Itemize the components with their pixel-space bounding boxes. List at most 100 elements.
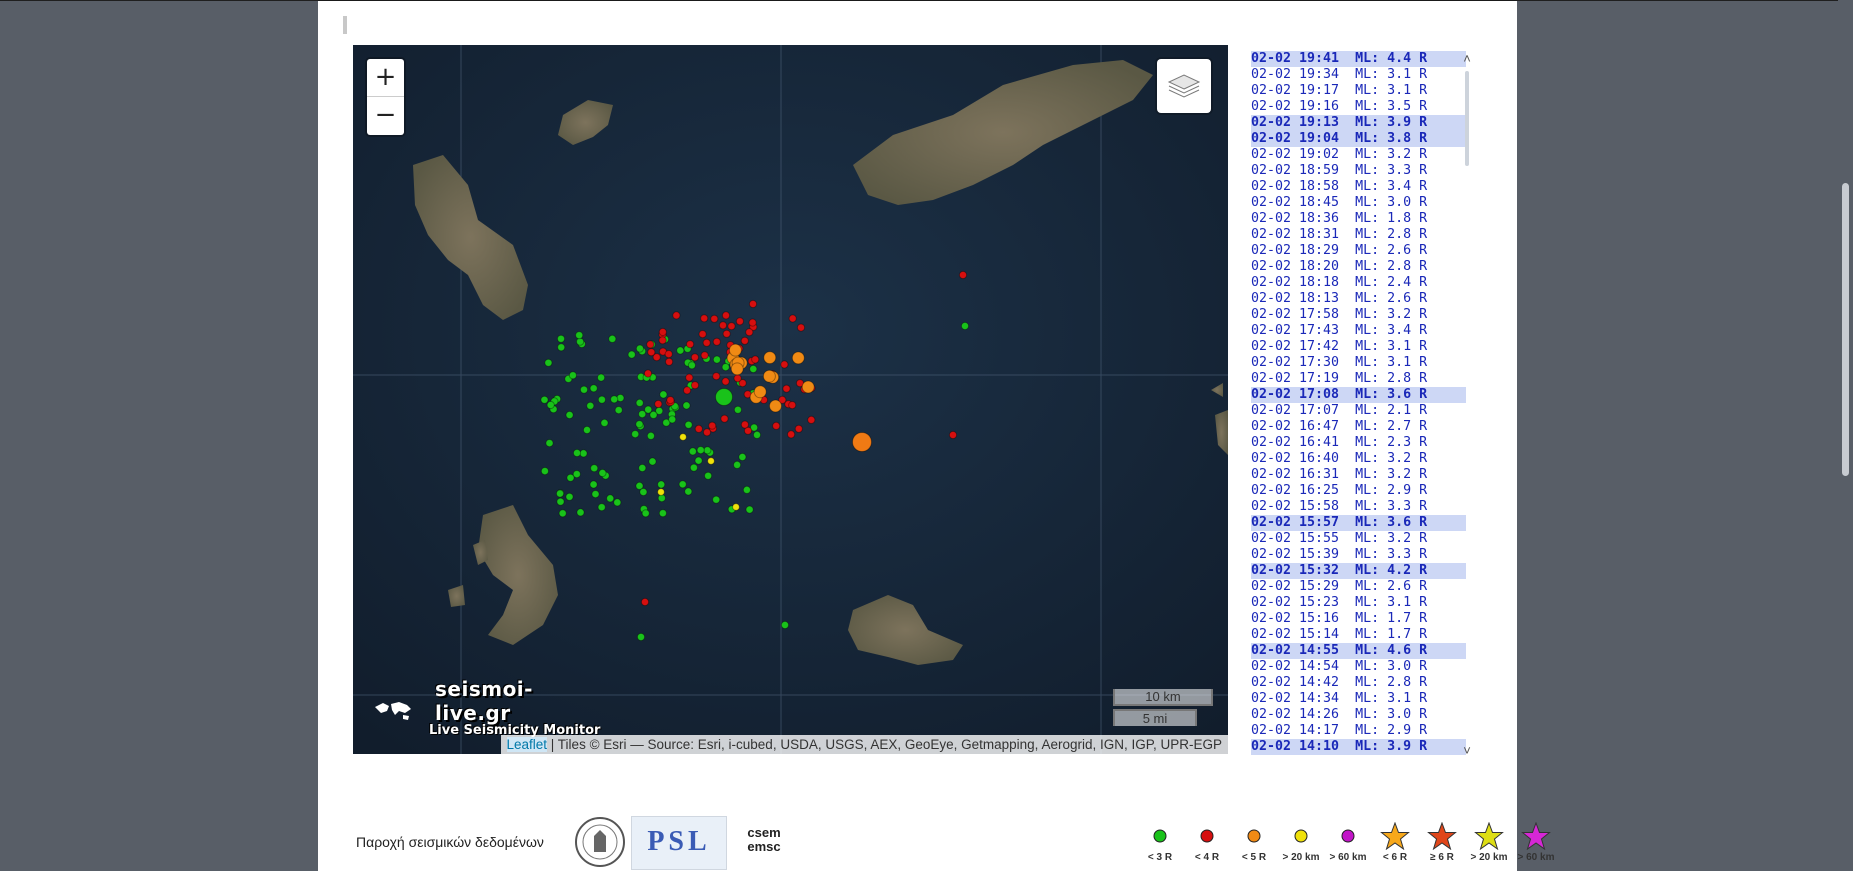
earthquake-list-item[interactable]: 02-02 18:20 ML: 2.8 R: [1251, 259, 1466, 275]
quake-marker-outlier[interactable]: [948, 430, 958, 440]
quake-marker-small[interactable]: [582, 425, 592, 435]
earthquake-list-item[interactable]: 02-02 15:32 ML: 4.2 R: [1251, 563, 1466, 579]
quake-marker-small[interactable]: [639, 487, 648, 497]
quake-marker-small[interactable]: [545, 439, 554, 448]
quake-marker-medium[interactable]: [807, 415, 816, 424]
earthquake-list-item[interactable]: 02-02 15:23 ML: 3.1 R: [1251, 595, 1466, 611]
quake-marker-medium[interactable]: [710, 314, 719, 323]
earthquake-list-item[interactable]: 02-02 18:18 ML: 2.4 R: [1251, 275, 1466, 291]
quake-marker-medium[interactable]: [690, 381, 700, 390]
quake-marker-small[interactable]: [597, 373, 606, 382]
quake-marker-small[interactable]: [684, 420, 693, 429]
quake-marker-small[interactable]: [648, 457, 657, 466]
quake-marker-small[interactable]: [540, 395, 549, 404]
quake-marker-small[interactable]: [703, 446, 712, 455]
earthquake-list-item[interactable]: 02-02 15:39 ML: 3.3 R: [1251, 547, 1466, 563]
quake-marker-small[interactable]: [586, 401, 595, 410]
quake-marker-small[interactable]: [610, 395, 619, 404]
quake-marker-small[interactable]: [749, 364, 758, 374]
earthquake-list-item[interactable]: 02-02 16:31 ML: 3.2 R: [1251, 467, 1466, 483]
quake-marker-latest-large[interactable]: [852, 432, 872, 452]
quake-marker-small[interactable]: [752, 430, 762, 439]
quake-marker-medium[interactable]: [748, 318, 757, 327]
quake-marker-small[interactable]: [597, 503, 606, 512]
quake-marker-small[interactable]: [676, 346, 685, 355]
earthquake-list-item[interactable]: 02-02 15:57 ML: 3.6 R: [1251, 515, 1466, 531]
earthquake-list-item[interactable]: 02-02 17:30 ML: 3.1 R: [1251, 355, 1466, 371]
earthquake-list-item[interactable]: 02-02 15:16 ML: 1.7 R: [1251, 611, 1466, 627]
quake-marker-medium[interactable]: [694, 424, 703, 433]
earthquake-list-item[interactable]: 02-02 18:31 ML: 2.8 R: [1251, 227, 1466, 243]
earthquake-list-item[interactable]: 02-02 17:58 ML: 3.2 R: [1251, 307, 1466, 323]
quake-marker-small[interactable]: [566, 473, 575, 482]
quake-marker-medium[interactable]: [782, 384, 791, 393]
quake-marker-small[interactable]: [733, 405, 742, 414]
quake-marker-small[interactable]: [682, 401, 691, 410]
quake-marker-deep[interactable]: [732, 503, 740, 511]
quake-marker-medium[interactable]: [700, 351, 709, 360]
quake-marker-small[interactable]: [598, 468, 607, 478]
quake-marker-small[interactable]: [658, 509, 667, 518]
earthquake-list-item[interactable]: 02-02 18:36 ML: 1.8 R: [1251, 211, 1466, 227]
quake-marker-small[interactable]: [556, 497, 565, 506]
emsc-logo[interactable]: csem emsc: [736, 816, 792, 868]
earthquake-list-item[interactable]: 02-02 18:13 ML: 2.6 R: [1251, 291, 1466, 307]
earthquake-list-item[interactable]: 02-02 16:47 ML: 2.7 R: [1251, 419, 1466, 435]
quake-marker-small[interactable]: [712, 355, 721, 364]
quake-marker-small[interactable]: [738, 452, 747, 462]
quake-marker-medium[interactable]: [787, 430, 796, 439]
quake-marker-small[interactable]: [689, 463, 698, 472]
quake-marker-small[interactable]: [635, 398, 644, 407]
earthquake-list-item[interactable]: 02-02 14:26 ML: 3.0 R: [1251, 707, 1466, 723]
quake-marker-small[interactable]: [590, 464, 599, 473]
quake-marker-deep[interactable]: [707, 457, 715, 465]
quake-marker-small[interactable]: [635, 344, 644, 353]
quake-marker-medium[interactable]: [698, 330, 707, 339]
quake-marker-small[interactable]: [540, 467, 549, 476]
quake-marker-medium[interactable]: [646, 340, 655, 349]
quake-marker-medium[interactable]: [654, 399, 663, 409]
earthquake-list-item[interactable]: 02-02 18:45 ML: 3.0 R: [1251, 195, 1466, 211]
quake-marker-outlier[interactable]: [572, 448, 582, 458]
earthquake-list-item[interactable]: 02-02 19:02 ML: 3.2 R: [1251, 147, 1466, 163]
earthquake-list-item[interactable]: 02-02 17:42 ML: 3.1 R: [1251, 339, 1466, 355]
earthquake-list-item[interactable]: 02-02 17:07 ML: 2.1 R: [1251, 403, 1466, 419]
quake-marker-small[interactable]: [606, 494, 615, 503]
quake-marker-small[interactable]: [631, 430, 640, 439]
quake-marker-medium[interactable]: [788, 401, 797, 410]
quake-marker-large[interactable]: [728, 343, 742, 357]
earthquake-list-item[interactable]: 02-02 14:10 ML: 3.9 R: [1251, 739, 1466, 755]
psl-logo[interactable]: PSL: [631, 816, 727, 870]
quake-marker-small[interactable]: [613, 498, 622, 507]
quake-marker-small[interactable]: [721, 363, 730, 372]
earthquake-list-item[interactable]: 02-02 15:58 ML: 3.3 R: [1251, 499, 1466, 515]
quake-marker-small[interactable]: [544, 358, 553, 367]
page-scroll-thumb[interactable]: [1842, 183, 1849, 476]
quake-marker-small[interactable]: [591, 490, 600, 499]
quake-marker-medium[interactable]: [740, 336, 749, 345]
quake-marker-medium[interactable]: [702, 428, 712, 437]
quake-marker-small[interactable]: [576, 508, 585, 517]
quake-marker-small[interactable]: [638, 463, 647, 473]
quake-marker-small[interactable]: [745, 505, 754, 514]
quake-marker-small[interactable]: [657, 480, 666, 489]
quake-marker-medium[interactable]: [788, 314, 797, 323]
leaflet-link[interactable]: Leaflet: [506, 737, 548, 752]
quake-marker-small[interactable]: [614, 406, 623, 415]
quake-marker-deep[interactable]: [657, 488, 665, 496]
quake-marker-small[interactable]: [688, 447, 697, 456]
quake-marker-large[interactable]: [791, 351, 805, 365]
quake-marker-small[interactable]: [568, 371, 577, 380]
quake-marker-large[interactable]: [730, 362, 744, 376]
earthquake-list-item[interactable]: 02-02 14:54 ML: 3.0 R: [1251, 659, 1466, 675]
quake-marker-large[interactable]: [763, 351, 777, 365]
quake-marker-outlier[interactable]: [640, 597, 650, 607]
quake-marker-small[interactable]: [579, 385, 589, 394]
earthquake-list-item[interactable]: 02-02 16:25 ML: 2.9 R: [1251, 483, 1466, 499]
earthquake-list-item[interactable]: 02-02 15:29 ML: 2.6 R: [1251, 579, 1466, 595]
quake-marker-small[interactable]: [646, 431, 655, 440]
earthquake-list-item[interactable]: 02-02 14:17 ML: 2.9 R: [1251, 723, 1466, 739]
quake-marker-medium[interactable]: [718, 321, 728, 330]
earthquake-list-item[interactable]: 02-02 18:58 ML: 3.4 R: [1251, 179, 1466, 195]
earthquake-list-item[interactable]: 02-02 15:55 ML: 3.2 R: [1251, 531, 1466, 547]
